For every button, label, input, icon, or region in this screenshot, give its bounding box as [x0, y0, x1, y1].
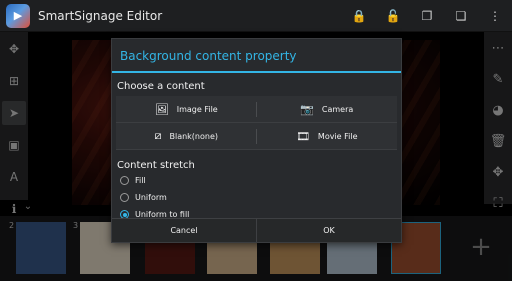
content-options: 🖼 Image File 📷 Camera ⧄ Blank(none) 🎞 Mo…: [116, 96, 397, 150]
movie-file-label: Movie File: [317, 131, 358, 141]
stretch-option-label: Uniform: [135, 193, 167, 202]
app-title: SmartSignage Editor: [38, 8, 163, 23]
action-bar: ▶ SmartSignage Editor 🔒 🔓 ❐ ❏ ⋮: [0, 0, 512, 32]
image-file-label: Image File: [176, 104, 218, 114]
blank-button[interactable]: ⧄ Blank(none): [116, 123, 257, 150]
ok-button[interactable]: OK: [256, 219, 401, 242]
radio-button[interactable]: [120, 176, 129, 185]
lock-icon[interactable]: 🔒: [342, 0, 376, 32]
movie-icon: 🎞: [295, 129, 310, 143]
stretch-option-fill[interactable]: Fill: [112, 172, 401, 189]
overflow-menu-icon[interactable]: ⋮: [478, 0, 512, 32]
movie-file-button[interactable]: 🎞 Movie File: [256, 123, 397, 150]
blank-icon: ⧄: [154, 129, 162, 142]
dialog-buttons: Cancel OK: [112, 218, 401, 242]
unlock-icon[interactable]: 🔓: [376, 0, 410, 32]
camera-label: Camera: [321, 104, 354, 114]
top-actions: 🔒 🔓 ❐ ❏ ⋮: [342, 0, 512, 32]
camera-icon: 📷: [300, 102, 314, 116]
dialog-title: Background content property: [112, 39, 401, 73]
stretch-option-label: Fill: [135, 176, 146, 185]
send-to-back-icon[interactable]: ❏: [444, 0, 478, 32]
image-icon: 🖼: [154, 102, 169, 116]
content-stretch-label: Content stretch: [117, 160, 195, 171]
camera-button[interactable]: 📷 Camera: [256, 96, 397, 123]
image-file-button[interactable]: 🖼 Image File: [116, 96, 257, 123]
cancel-button[interactable]: Cancel: [112, 219, 256, 242]
bring-to-front-icon[interactable]: ❐: [410, 0, 444, 32]
stretch-option-uniform[interactable]: Uniform: [112, 189, 401, 206]
app-logo-icon[interactable]: ▶: [6, 3, 30, 28]
blank-label: Blank(none): [169, 131, 218, 141]
choose-content-label: Choose a content: [117, 81, 205, 92]
background-content-dialog: Background content property Choose a con…: [111, 38, 402, 243]
radio-button[interactable]: [120, 193, 129, 202]
